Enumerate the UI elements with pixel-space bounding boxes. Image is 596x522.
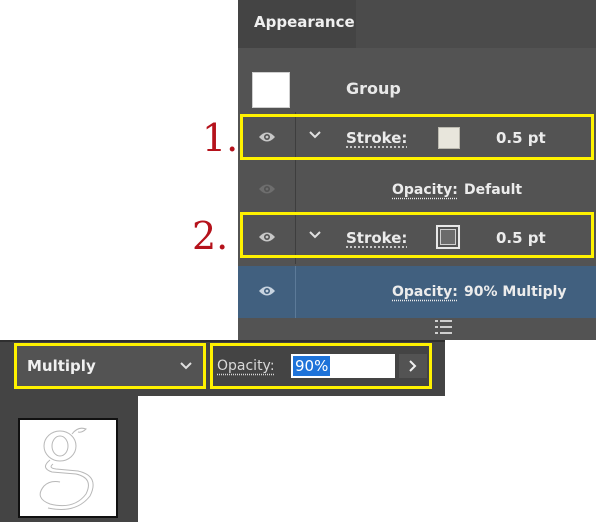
opacity-control: Opacity: 90% (210, 343, 432, 389)
group-label: Group (346, 79, 401, 98)
annotation-number-2: 2. (192, 214, 229, 258)
opacity-label: Opacity: (217, 358, 275, 374)
visibility-toggle-2[interactable] (238, 164, 296, 216)
opacity-row-1[interactable]: Opacity: Default (238, 164, 596, 216)
panel-menu-icon[interactable] (434, 318, 454, 336)
chevron-right-icon (409, 360, 417, 372)
highlight-stroke-2 (240, 212, 594, 258)
opacity-label[interactable]: Opacity: (392, 164, 458, 216)
blend-mode-dropdown[interactable]: Multiply (14, 343, 206, 389)
appearance-panel: Appearance Group Stroke: 0.5 pt Opacity:… (238, 0, 596, 340)
group-row[interactable]: Group (238, 64, 596, 114)
group-thumbnail (252, 72, 290, 108)
eye-icon (259, 184, 275, 194)
opacity-input[interactable]: 90% (291, 354, 395, 378)
letter-g-preview (39, 427, 94, 510)
opacity-value: Default (464, 182, 523, 198)
opacity-value: 90% Multiply (464, 284, 567, 300)
highlight-stroke-1 (240, 114, 594, 160)
toolbar-divider (0, 340, 445, 342)
opacity-expand-button[interactable] (399, 354, 427, 378)
opacity-label[interactable]: Opacity: (392, 266, 458, 318)
tab-appearance[interactable]: Appearance (238, 0, 356, 48)
opacity-selected-text: 90% (293, 356, 331, 376)
blend-mode-value: Multiply (27, 357, 96, 375)
eye-icon (259, 286, 275, 296)
annotation-number-1: 1. (202, 116, 239, 160)
visibility-toggle-4[interactable] (238, 266, 296, 318)
appearance-panel-body: Group Stroke: 0.5 pt Opacity: Default St… (238, 48, 596, 340)
chevron-down-icon (180, 362, 192, 370)
artwork-thumbnail[interactable] (18, 418, 118, 518)
opacity-row-2-selected[interactable]: Opacity: 90% Multiply (238, 266, 596, 318)
